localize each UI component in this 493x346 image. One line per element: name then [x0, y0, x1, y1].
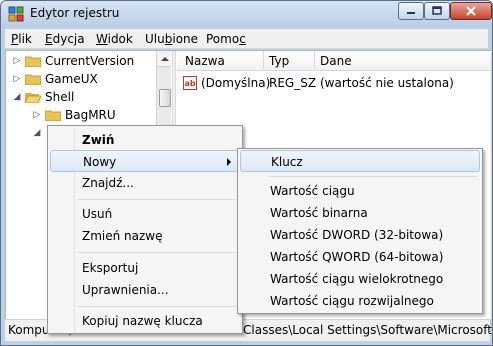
close-button[interactable]: [450, 2, 492, 20]
submenu-item-multi-string[interactable]: Wartość ciągu wielokrotnego: [240, 268, 480, 290]
menu-item-zmien-nazwe[interactable]: Zmień nazwę: [50, 225, 240, 247]
menu-item-zwin[interactable]: Zwiń: [50, 129, 240, 151]
menu-separator: [268, 176, 478, 177]
submenu-item-binary[interactable]: Wartość binarna: [240, 202, 480, 224]
column-divider[interactable]: [263, 51, 264, 71]
tree-item-currentversion[interactable]: ▷ CurrentVersion: [12, 52, 135, 70]
menu-separator: [78, 252, 238, 253]
registry-app-icon: [8, 6, 24, 22]
expand-arrow-icon[interactable]: ▷: [12, 74, 22, 84]
menu-widok[interactable]: Widok: [96, 32, 133, 46]
folder-icon: [25, 74, 41, 85]
folder-icon: [45, 110, 61, 121]
submenu-item-qword[interactable]: Wartość QWORD (64-bitowa): [240, 246, 480, 268]
title-bar[interactable]: Edytor rejestru: [1, 1, 492, 27]
menu-item-label: Zwiń: [82, 133, 115, 147]
svg-text:ab: ab: [184, 79, 195, 88]
menu-pomoc[interactable]: Pomoc: [206, 32, 246, 46]
folder-icon: [25, 56, 41, 67]
expand-arrow-icon[interactable]: ▷: [12, 56, 22, 66]
column-header-typ[interactable]: Typ: [269, 54, 289, 68]
collapse-arrow-icon[interactable]: ◢: [32, 128, 42, 138]
menu-item-label: Uprawnienia...: [82, 283, 169, 297]
menu-item-eksportuj[interactable]: Eksportuj: [50, 257, 240, 279]
menu-separator: [78, 199, 238, 200]
list-header: Nazwa Typ Dane: [177, 51, 491, 71]
scroll-thumb[interactable]: [159, 89, 171, 107]
tree-item-bagmru[interactable]: ▷ BagMRU: [32, 106, 116, 124]
scroll-up-button[interactable]: [157, 51, 171, 67]
column-header-dane[interactable]: Dane: [320, 54, 352, 68]
submenu-item-label: Klucz: [271, 155, 303, 169]
submenu-item-label: Wartość ciągu wielokrotnego: [270, 272, 444, 286]
menu-bar: Plik Edycja Widok Ulubione Pomoc: [5, 29, 488, 49]
open-folder-icon: [25, 93, 41, 103]
maximize-button[interactable]: [424, 2, 450, 20]
submenu-item-label: Wartość DWORD (32-bitowa): [270, 228, 444, 242]
menu-item-label: Kopiuj nazwę klucza: [82, 314, 203, 328]
menu-item-label: Zmień nazwę: [82, 229, 163, 243]
submenu-item-label: Wartość ciągu: [270, 184, 355, 198]
tree-item-label: BagMRU: [65, 108, 116, 122]
submenu-item-expandable-string[interactable]: Wartość ciągu rozwijalnego: [240, 290, 480, 312]
submenu-item-klucz[interactable]: Klucz: [240, 150, 480, 172]
menu-item-label: Znajdź...: [82, 176, 134, 190]
menu-item-label: Usuń: [82, 207, 113, 221]
expand-arrow-icon[interactable]: ▷: [32, 110, 42, 120]
column-divider[interactable]: [314, 51, 315, 71]
tree-item-selected[interactable]: ◢: [32, 124, 45, 142]
menu-edycja[interactable]: Edycja: [45, 32, 85, 46]
scroll-up-arrow-icon: [161, 57, 169, 61]
submenu-item-label: Wartość QWORD (64-bitowa): [270, 250, 444, 264]
tree-item-label: GameUX: [45, 72, 98, 86]
maximize-icon: [432, 6, 442, 15]
menu-item-usun[interactable]: Usuń: [50, 203, 240, 225]
value-name: (Domyślna): [201, 76, 271, 90]
window-title: Edytor rejestru: [30, 6, 120, 20]
value-type: REG_SZ: [269, 76, 317, 90]
menu-item-uprawnienia[interactable]: Uprawnienia...: [50, 279, 240, 301]
tree-item-gameux[interactable]: ▷ GameUX: [12, 70, 98, 88]
menu-item-label: Nowy: [83, 155, 117, 169]
list-row[interactable]: ab (Domyślna) REG_SZ (wartość nie ustalo…: [177, 75, 491, 93]
column-header-nazwa[interactable]: Nazwa: [185, 54, 225, 68]
menu-plik[interactable]: Plik: [11, 32, 32, 46]
submenu-item-label: Wartość ciągu rozwijalnego: [270, 294, 434, 308]
submenu-item-dword[interactable]: Wartość DWORD (32-bitowa): [240, 224, 480, 246]
tree-item-shell[interactable]: ◢ Shell: [12, 88, 75, 106]
tree-item-label: Shell: [45, 90, 75, 104]
menu-item-label: Eksportuj: [82, 261, 139, 275]
menu-item-nowy[interactable]: Nowy: [50, 150, 240, 172]
menu-item-kopiuj-nazwe[interactable]: Kopiuj nazwę klucza: [50, 310, 240, 332]
minimize-icon: [407, 12, 415, 14]
close-icon: [466, 6, 476, 16]
context-menu: Zwiń Nowy Znajdź... Usuń Zmień nazwę Eks…: [47, 125, 243, 334]
value-data: (wartość nie ustalona): [320, 76, 454, 90]
new-submenu: Klucz Wartość ciągu Wartość binarna Wart…: [237, 148, 483, 314]
menu-ulubione[interactable]: Ulubione: [145, 32, 198, 46]
collapse-arrow-icon[interactable]: ◢: [12, 92, 22, 102]
menu-separator: [78, 306, 238, 307]
menu-item-znajdz[interactable]: Znajdź...: [50, 172, 240, 194]
submenu-item-string[interactable]: Wartość ciągu: [240, 180, 480, 202]
submenu-arrow-icon: [227, 158, 231, 166]
minimize-button[interactable]: [398, 2, 424, 20]
status-path-end: Classes\Local Settings\Software\Microsof…: [243, 323, 493, 337]
tree-item-label: CurrentVersion: [45, 54, 135, 68]
submenu-item-label: Wartość binarna: [270, 206, 368, 220]
string-value-icon: ab: [183, 76, 197, 90]
